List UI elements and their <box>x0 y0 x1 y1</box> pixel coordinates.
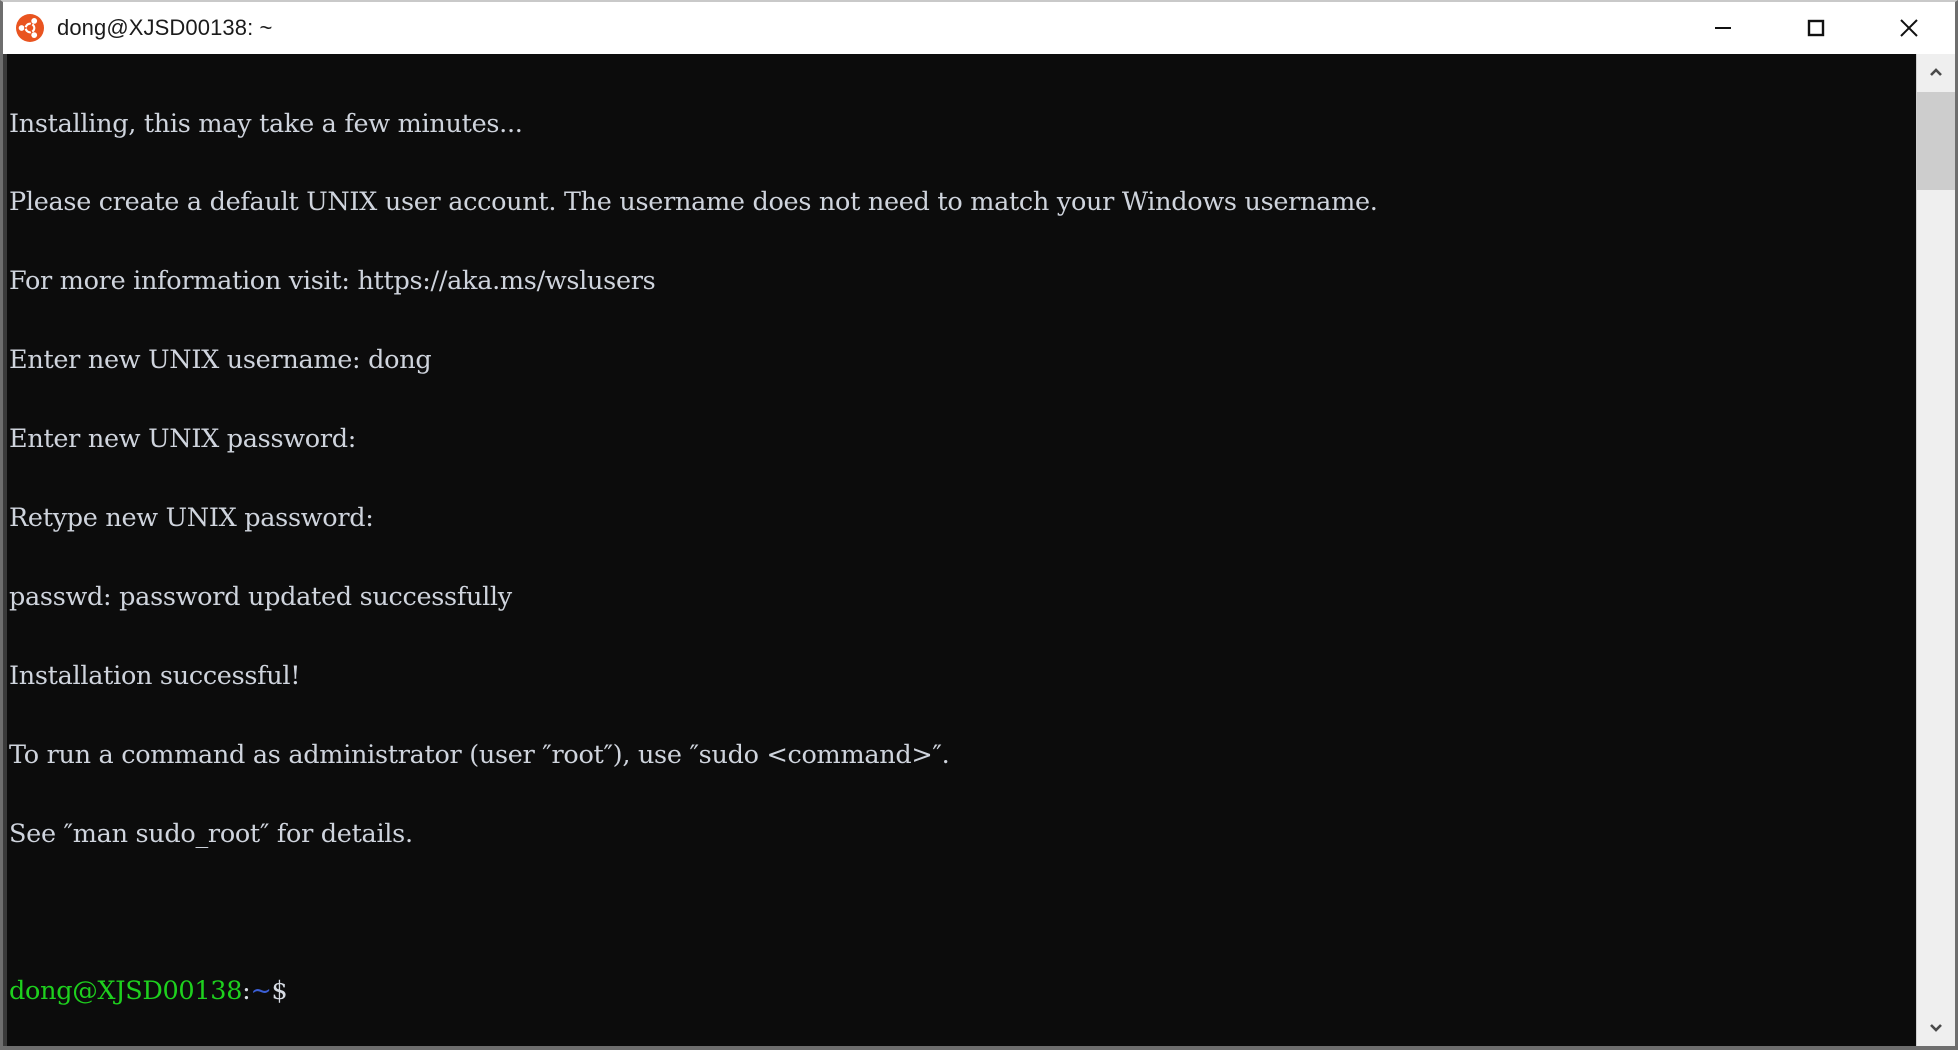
title-bar-left: dong@XJSD00138: ~ <box>3 2 272 54</box>
prompt-user-host: dong@XJSD00138 <box>9 976 243 1007</box>
chevron-up-icon <box>1930 68 1942 76</box>
minimize-icon <box>1714 27 1731 29</box>
scrollbar-down-button[interactable] <box>1917 1008 1955 1046</box>
terminal-line: Installation successful! <box>9 660 301 691</box>
terminal-line: Enter new UNIX password: <box>9 424 357 455</box>
terminal-line: Installing, this may take a few minutes.… <box>9 108 523 139</box>
terminal-line: Retype new UNIX password: <box>9 503 374 534</box>
close-button[interactable] <box>1862 2 1955 54</box>
prompt-path: ~ <box>250 976 272 1007</box>
title-bar[interactable]: dong@XJSD00138: ~ <box>3 2 1955 54</box>
maximize-button[interactable] <box>1769 2 1862 54</box>
terminal-line: Enter new UNIX username: dong <box>9 345 432 376</box>
terminal-line: To run a command as administrator (user … <box>9 739 950 770</box>
close-icon <box>1899 19 1918 37</box>
vertical-scrollbar[interactable] <box>1916 54 1955 1046</box>
chevron-down-icon <box>1930 1024 1942 1032</box>
prompt-sigil: $ <box>271 976 288 1007</box>
window-title: dong@XJSD00138: ~ <box>57 15 273 40</box>
terminal-line: See ″man sudo_root″ for details. <box>9 818 413 849</box>
terminal-line: Please create a default UNIX user accoun… <box>9 187 1378 218</box>
terminal-line: For more information visit: https://aka.… <box>9 266 656 297</box>
terminal-output-area[interactable]: Installing, this may take a few minutes.… <box>7 54 1916 1046</box>
terminal-window: dong@XJSD00138: ~ Installing, this may t… <box>0 0 1958 1050</box>
window-controls <box>1676 2 1955 54</box>
maximize-icon <box>1807 19 1824 37</box>
terminal-line: passwd: password updated successfully <box>9 581 512 612</box>
scrollbar-thumb[interactable] <box>1917 92 1955 190</box>
terminal-prompt-line: dong@XJSD00138:~$ <box>9 978 1916 1004</box>
terminal-body: Installing, this may take a few minutes.… <box>3 54 1955 1046</box>
minimize-button[interactable] <box>1676 2 1769 54</box>
terminal-lines: Installing, this may take a few minutes.… <box>9 58 1916 1046</box>
ubuntu-logo-icon <box>15 13 45 43</box>
scrollbar-up-button[interactable] <box>1917 54 1955 92</box>
scrollbar-track[interactable] <box>1917 92 1955 1008</box>
